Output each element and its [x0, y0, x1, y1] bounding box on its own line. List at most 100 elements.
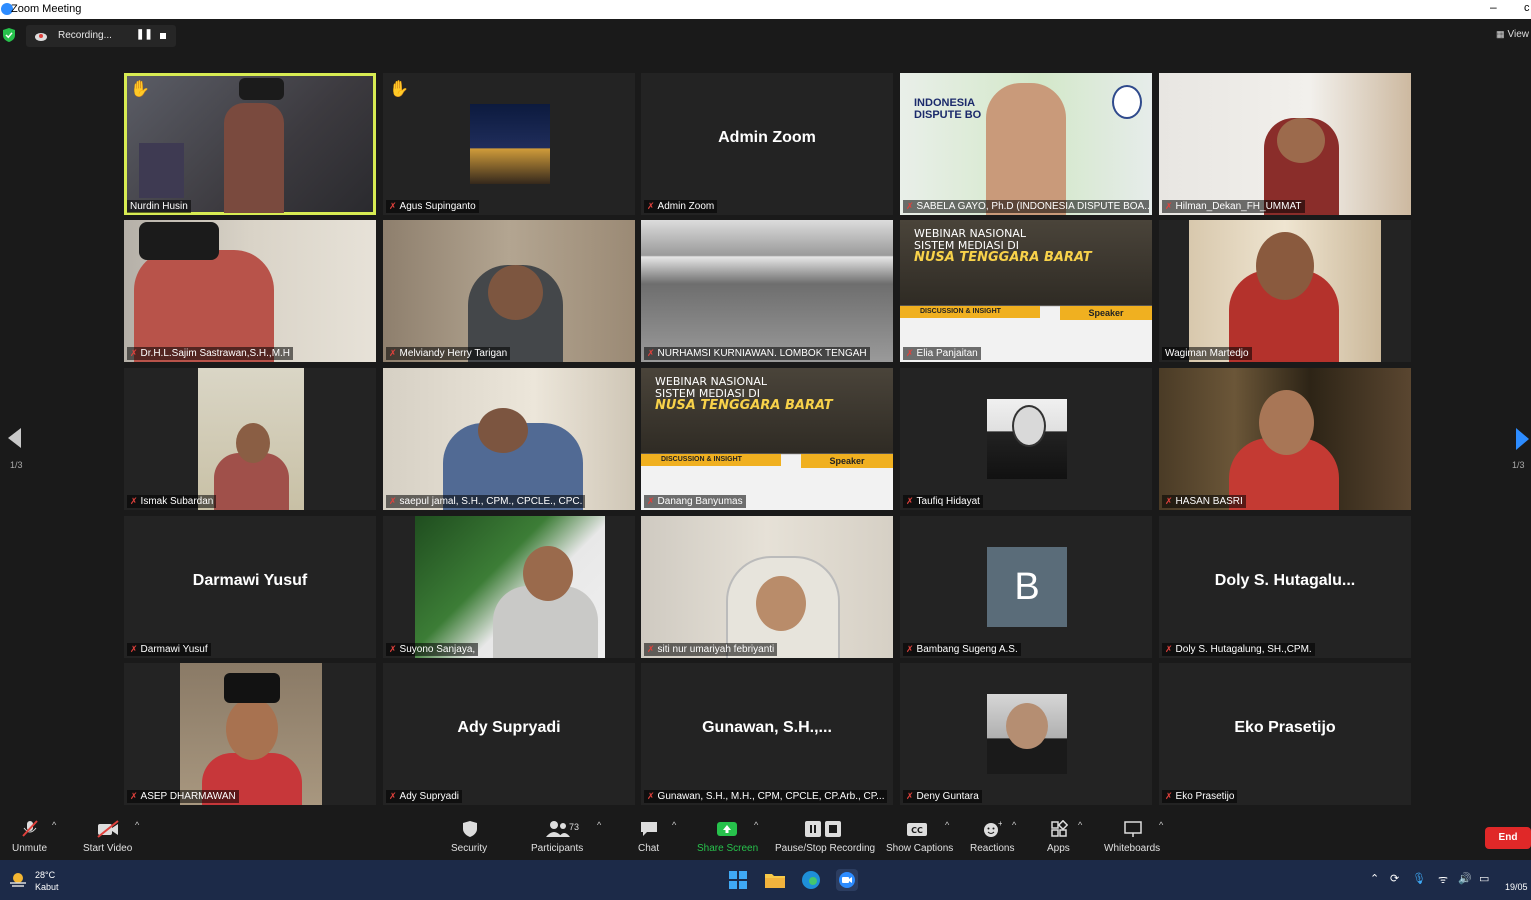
windows-taskbar: 28°C Kabut ⌃ ⟳ 🎙 ᯤ 🔊 ▭ 19/05 — [0, 860, 1531, 900]
participant-tile[interactable]: ✗ Ismak Subardan — [124, 368, 376, 510]
encryption-shield-icon[interactable] — [3, 28, 15, 42]
participant-tile[interactable]: ✗ HASAN BASRI — [1159, 368, 1411, 510]
weather-widget[interactable]: 28°C Kabut — [35, 869, 59, 893]
participant-tile[interactable]: WEBINAR NASIONAL SISTEM MEDIASI DI NUSA TE… — [900, 220, 1152, 362]
chevron-up-icon[interactable]: ^ — [1078, 820, 1082, 830]
muted-mic-icon: ✗ — [647, 201, 655, 211]
discussion-banner: DISCUSSION & INSIGHT — [641, 454, 781, 466]
participant-tile[interactable]: Doly S. Hutagalu... ✗ Doly S. Hutagalung,… — [1159, 516, 1411, 658]
participant-tile[interactable]: WEBINAR NASIONAL SISTEM MEDIASI DI NUSA TE… — [641, 368, 893, 510]
chevron-up-icon[interactable]: ^ — [135, 820, 139, 830]
video-feed-person — [986, 83, 1066, 215]
apps-button[interactable]: ^ Apps — [1040, 812, 1090, 860]
reactions-button[interactable]: + ^ Reactions — [966, 812, 1024, 860]
chevron-up-icon[interactable]: ^ — [1012, 820, 1016, 830]
muted-mic-icon: ✗ — [1165, 496, 1173, 506]
video-feed-face — [1259, 390, 1314, 455]
svg-text:CC: CC — [911, 826, 923, 835]
pause-recording-icon[interactable]: ❚❚ — [136, 29, 153, 40]
participant-display-name: Darmawi Yusuf — [192, 572, 308, 589]
chevron-up-icon[interactable]: ^ — [672, 820, 676, 830]
participant-name: ✗ HASAN BASRI — [1162, 495, 1246, 508]
participant-tile[interactable]: ✗ Hilman_Dekan_FH_UMMAT — [1159, 73, 1411, 215]
muted-mic-icon: ✗ — [130, 348, 138, 358]
participant-tile[interactable]: ✋ ✗ Agus Supinganto — [383, 73, 635, 215]
participant-tile[interactable]: ✗ saepul jamal, S.H., CPM., CPCLE., CPC. — [383, 368, 635, 510]
whiteboards-button[interactable]: ^ Whiteboards — [1102, 812, 1172, 860]
video-feed-face — [523, 546, 573, 601]
share-screen-icon — [717, 822, 737, 836]
webinar-poster-title: WEBINAR NASIONAL SISTEM MEDIASI DI NUSA TE… — [655, 375, 833, 413]
zoom-taskbar-icon[interactable] — [836, 869, 858, 891]
meeting-status-row: Recording... ❚❚ ▦ View — [0, 19, 1531, 53]
chevron-up-icon[interactable]: ^ — [52, 820, 56, 830]
edge-browser-icon[interactable] — [800, 869, 822, 891]
participant-tile[interactable]: ✗ Deny Guntara — [900, 663, 1152, 805]
minimize-button[interactable]: – — [1490, 0, 1497, 14]
sync-icon[interactable]: ⟳ — [1390, 872, 1399, 885]
video-feed-face — [236, 423, 270, 463]
participant-tile[interactable]: ✗ Melviandy Herry Tarigan — [383, 220, 635, 362]
muted-mic-icon: ✗ — [647, 496, 655, 506]
participant-name: ✗ saepul jamal, S.H., CPM., CPCLE., CPC. — [386, 495, 586, 508]
participant-tile[interactable]: Wagiman Martedjo — [1159, 220, 1411, 362]
video-feed-person — [134, 250, 274, 362]
participant-tile[interactable]: ✗ ASEP DHARMAWAN — [124, 663, 376, 805]
taskbar-date[interactable]: 19/05 — [1505, 882, 1528, 892]
whiteboard-icon — [1124, 821, 1142, 837]
stop-recording-icon[interactable] — [160, 33, 166, 39]
participant-name: ✗ Agus Supinganto — [386, 200, 479, 213]
participant-name: ✗ Doly S. Hutagalung, SH.,CPM. — [1162, 643, 1315, 656]
pause-stop-recording-button[interactable]: Pause/Stop Recording — [772, 812, 877, 860]
participant-tile[interactable]: ✋ Nurdin Husin — [124, 73, 376, 215]
weather-fog-icon[interactable] — [8, 871, 28, 889]
participant-display-name: Admin Zoom — [718, 129, 816, 146]
windows-start-icon[interactable] — [727, 869, 749, 891]
volume-icon[interactable]: 🔊 — [1458, 872, 1472, 885]
chevron-up-icon[interactable]: ^ — [754, 820, 758, 830]
microphone-tray-icon[interactable]: 🎙 — [1412, 872, 1426, 885]
next-page-arrow-icon[interactable] — [1516, 428, 1529, 450]
battery-icon[interactable]: ▭ — [1479, 872, 1489, 885]
participant-tile[interactable]: Ady Supryadi ✗ Ady Supryadi — [383, 663, 635, 805]
participant-tile[interactable]: Gunawan, S.H.,... ✗ Gunawan, S.H., M.H., … — [641, 663, 893, 805]
participant-tile[interactable]: Eko Prasetijo ✗ Eko Prasetijo — [1159, 663, 1411, 805]
participant-tile[interactable]: ✗ Dr.H.L.Sajim Sastrawan,S.H.,M.H — [124, 220, 376, 362]
chat-button[interactable]: ^ Chat — [630, 812, 685, 860]
muted-mic-icon: ✗ — [389, 496, 397, 506]
chevron-up-icon[interactable]: ^ — [597, 820, 601, 830]
share-screen-button[interactable]: ^ Share Screen — [694, 812, 764, 860]
view-button[interactable]: ▦ View — [1496, 29, 1529, 40]
participant-tile[interactable]: ✗ Taufiq Hidayat — [900, 368, 1152, 510]
raised-hand-icon: ✋ — [130, 81, 150, 98]
participants-button[interactable]: 73 ^ Participants — [530, 812, 610, 860]
tray-chevron-up-icon[interactable]: ⌃ — [1370, 872, 1379, 885]
unmute-button[interactable]: ^ Unmute — [0, 812, 60, 860]
participant-tile[interactable]: ✗ NURHAMSI KURNIAWAN. LOMBOK TENGAH — [641, 220, 893, 362]
cloud-recording-icon — [35, 33, 47, 41]
participant-tile[interactable]: INDONESIA DISPUTE BO ✗ SABELA GAYO, Ph.D (… — [900, 73, 1152, 215]
participant-tile[interactable]: Darmawi Yusuf ✗ Darmawi Yusuf — [124, 516, 376, 658]
chevron-up-icon[interactable]: ^ — [1159, 820, 1163, 830]
title-bar: Zoom Meeting – c — [0, 0, 1531, 19]
participant-display-name: Ady Supryadi — [457, 719, 561, 736]
file-explorer-icon[interactable] — [764, 869, 786, 891]
page-indicator-right: 1/3 — [1512, 460, 1525, 470]
participant-tile[interactable]: B ✗ Bambang Sugeng A.S. — [900, 516, 1152, 658]
previous-page-arrow-icon[interactable] — [8, 428, 21, 448]
muted-mic-icon: ✗ — [647, 791, 655, 801]
chevron-up-icon[interactable]: ^ — [945, 820, 949, 830]
start-video-button[interactable]: ^ Start Video — [78, 812, 148, 860]
close-button-clipped[interactable]: c — [1524, 2, 1530, 14]
participant-tile[interactable]: ✗ siti nur umariyah febriyanti — [641, 516, 893, 658]
participant-name: Wagiman Martedjo — [1162, 347, 1252, 360]
show-captions-button[interactable]: CC ^ Show Captions — [884, 812, 956, 860]
participant-tile[interactable]: Admin Zoom ✗ Admin Zoom — [641, 73, 893, 215]
security-button[interactable]: Security — [448, 812, 493, 860]
participant-tile[interactable]: ✗ Suyono Sanjaya, — [383, 516, 635, 658]
wifi-icon[interactable]: ᯤ — [1438, 872, 1448, 887]
muted-mic-icon: ✗ — [1165, 644, 1173, 654]
participant-name: ✗ Taufiq Hidayat — [903, 495, 983, 508]
participant-name: Nurdin Husin — [127, 200, 191, 213]
end-meeting-button[interactable]: End — [1485, 827, 1531, 849]
